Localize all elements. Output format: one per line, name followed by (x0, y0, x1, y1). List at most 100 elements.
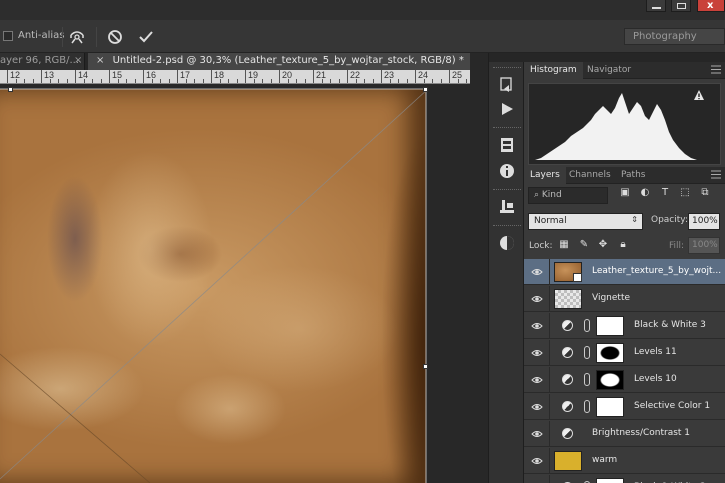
layer-kind-filter[interactable]: ⌕ Kind (528, 187, 608, 204)
transform-handle[interactable] (8, 87, 13, 92)
layer-row[interactable]: warm (524, 448, 725, 474)
filter-pixel-icon[interactable]: ▣ (618, 187, 632, 203)
document-tab-active[interactable]: × Untitled-2.psd @ 30,3% (Leather_textur… (88, 53, 470, 70)
visibility-eye-icon[interactable] (531, 294, 543, 304)
document-tab-inactive[interactable]: ayer 96, RGB/... × (0, 53, 85, 70)
panel-menu-icon[interactable] (711, 65, 721, 74)
layer-row[interactable]: Levels 10 (524, 367, 725, 393)
transform-handle[interactable] (423, 364, 428, 369)
layer-row[interactable]: Leather_texture_5_by_wojt... (524, 259, 725, 285)
layer-row[interactable]: Brightness/Contrast 1 (524, 421, 725, 447)
lock-image-icon[interactable]: ✎ (578, 239, 590, 251)
ruler-minor-tick (338, 79, 340, 83)
layer-mask-thumbnail[interactable] (596, 397, 624, 417)
layer-row[interactable]: Selective Color 1 (524, 394, 725, 420)
close-tab-icon[interactable]: × (74, 55, 82, 66)
row-divider (549, 367, 550, 393)
history-icon[interactable] (496, 75, 518, 95)
mask-link-icon[interactable] (584, 400, 590, 413)
filter-shape-icon[interactable]: ⬚ (678, 187, 692, 203)
properties-icon[interactable] (496, 135, 518, 155)
filter-adjustment-icon[interactable]: ◐ (638, 187, 652, 203)
histogram-tab-bar: Histogram Navigator (524, 62, 725, 79)
ruler-minor-tick (117, 79, 119, 83)
ruler-major-tick (415, 70, 416, 83)
ruler-minor-tick (49, 79, 51, 83)
tab-paths[interactable]: Paths (615, 167, 651, 184)
transform-handle[interactable] (423, 87, 428, 92)
fill-input[interactable]: 100% (688, 237, 720, 254)
layer-thumbnail (554, 262, 582, 282)
layer-name: Black & White 3 (634, 320, 706, 330)
layer-row[interactable]: Levels 11 (524, 340, 725, 366)
lock-all-icon[interactable]: 🔒︎ (617, 239, 629, 251)
visibility-eye-icon[interactable] (531, 402, 543, 412)
tab-channels[interactable]: Channels (563, 167, 617, 184)
opacity-input[interactable]: 100% (688, 213, 720, 230)
visibility-eye-icon[interactable] (531, 348, 543, 358)
close-tab-icon[interactable]: × (96, 55, 104, 66)
ruler-minor-tick (440, 79, 442, 83)
layer-mask-thumbnail[interactable] (596, 316, 624, 336)
visibility-eye-icon[interactable] (531, 375, 543, 385)
dock-grip[interactable] (493, 189, 521, 192)
tab-layers[interactable]: Layers (524, 167, 566, 184)
adjustments-icon[interactable] (496, 233, 518, 253)
dock-grip[interactable] (493, 225, 521, 228)
layer-row[interactable]: Vignette (524, 286, 725, 312)
visibility-eye-icon[interactable] (531, 321, 543, 331)
maximize-button[interactable] (671, 0, 691, 12)
document-tab-label: ayer 96, RGB/... (0, 55, 80, 66)
lock-position-icon[interactable]: ✥ (597, 239, 609, 251)
visibility-eye-icon[interactable] (531, 267, 543, 277)
filter-smart-object-icon[interactable]: ⧉ (698, 187, 712, 203)
commit-transform-icon[interactable] (136, 27, 156, 47)
info-icon[interactable] (496, 161, 518, 181)
mask-link-icon[interactable] (584, 346, 590, 359)
visibility-eye-icon[interactable] (531, 456, 543, 466)
cancel-transform-icon[interactable] (105, 27, 125, 47)
horizontal-ruler[interactable]: 121314151617181920212223242526 (0, 70, 470, 84)
ruler-minor-tick (287, 79, 289, 83)
ruler-minor-tick (236, 79, 238, 83)
warning-icon[interactable] (693, 89, 705, 101)
visibility-eye-icon[interactable] (531, 429, 543, 439)
blend-mode-select[interactable]: Normal ⇕ (528, 213, 643, 230)
options-separator (62, 27, 63, 47)
warp-mode-icon[interactable] (67, 27, 87, 47)
close-icon: x (707, 0, 714, 11)
mask-link-icon[interactable] (584, 373, 590, 386)
layer-mask-thumbnail[interactable] (596, 343, 624, 363)
ruler-minor-tick (355, 79, 357, 83)
layer-mask-thumbnail[interactable] (596, 478, 624, 483)
dock-grip[interactable] (493, 67, 521, 70)
fill-label: Fill: (669, 241, 685, 251)
layer-mask-thumbnail[interactable] (596, 370, 624, 390)
ruler-minor-tick (330, 79, 331, 83)
mask-link-icon[interactable] (584, 319, 590, 332)
close-window-button[interactable]: x (697, 0, 725, 12)
ruler-minor-tick (219, 79, 221, 83)
ruler-minor-tick (151, 79, 153, 83)
canvas-area[interactable] (0, 84, 470, 483)
layer-row[interactable]: Black & White 3 (524, 313, 725, 339)
workspace-selector[interactable]: Photography (624, 28, 725, 45)
ruler-minor-tick (194, 79, 195, 83)
tab-navigator[interactable]: Navigator (581, 62, 637, 79)
actions-play-icon[interactable] (496, 99, 518, 119)
adjustment-layer-icon (562, 374, 573, 385)
filter-type-icon[interactable]: T (658, 187, 672, 203)
layer-thumbnail (554, 289, 582, 309)
anti-alias-checkbox[interactable] (3, 31, 13, 41)
ruler-minor-tick (364, 79, 365, 83)
layer-row[interactable]: Black & White 2 (524, 475, 725, 483)
minimize-button[interactable] (646, 0, 666, 12)
panel-menu-icon[interactable] (711, 170, 721, 179)
lock-transparent-icon[interactable]: ▦ (558, 239, 570, 251)
tool-presets-icon[interactable] (496, 197, 518, 217)
ruler-minor-tick (389, 79, 391, 83)
tab-histogram[interactable]: Histogram (524, 62, 583, 79)
dock-grip[interactable] (493, 127, 521, 130)
ruler-minor-tick (466, 79, 467, 83)
ruler-minor-tick (168, 79, 170, 83)
